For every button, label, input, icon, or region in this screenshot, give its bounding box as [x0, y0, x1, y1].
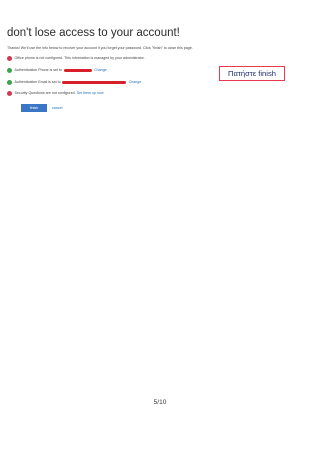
error-icon	[7, 55, 12, 61]
auth-email-row: Authentication Email is set to Change	[7, 79, 141, 85]
cancel-link[interactable]: cancel	[52, 106, 62, 110]
auth-phone-row: Authentication Phone is set to Change	[7, 67, 107, 73]
finish-button[interactable]: finish	[21, 104, 47, 112]
intro-text: Thanks! We'll use the info below to reco…	[7, 46, 193, 50]
page-number: 5/10	[153, 399, 167, 406]
office-phone-row: Office phone is not configured. This inf…	[7, 55, 145, 61]
change-phone-link[interactable]: Change	[94, 68, 107, 72]
check-icon	[7, 67, 12, 73]
instruction-callout: Πατήστε finish	[219, 66, 285, 81]
auth-email-text: Authentication Email is set to	[14, 80, 61, 84]
security-questions-text: Security Questions are not configured.	[14, 91, 76, 95]
check-icon	[7, 79, 12, 85]
page-title: don't lose access to your account!	[7, 27, 180, 39]
redacted-phone	[63, 68, 92, 72]
auth-phone-text: Authentication Phone is set to	[14, 68, 63, 72]
office-phone-text: Office phone is not configured. This inf…	[14, 56, 145, 60]
redacted-email	[62, 80, 127, 84]
security-questions-row: Security Questions are not configured. S…	[7, 90, 104, 96]
change-email-link[interactable]: Change	[129, 80, 142, 84]
error-icon	[7, 90, 12, 96]
setup-questions-link[interactable]: Set them up now	[77, 91, 104, 95]
